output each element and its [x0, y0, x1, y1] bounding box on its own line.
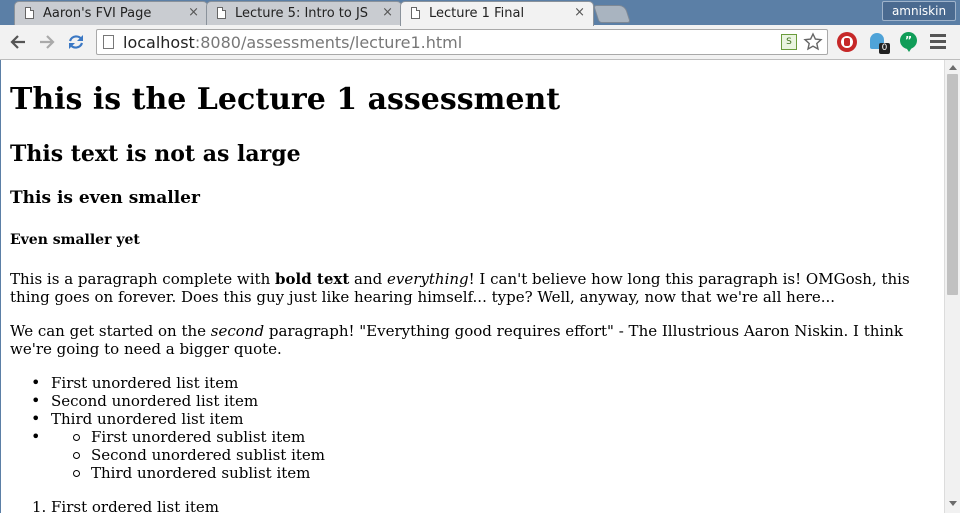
paragraph-2: We can get started on the second paragra… — [10, 322, 903, 358]
ghostery-extension-icon[interactable]: 0 — [868, 31, 890, 54]
tab-strip: Aaron's FVI Page × Lecture 5: Intro to J… — [0, 0, 960, 26]
italic-text: second — [210, 322, 265, 340]
page-info-icon[interactable] — [103, 35, 114, 49]
url-host: localhost — [123, 33, 195, 52]
sublist-item: Third unordered sublist item — [10, 464, 325, 482]
list-item: Third unordered list item — [10, 410, 325, 428]
tab-lecture-1-final[interactable]: Lecture 1 Final × — [400, 1, 594, 26]
forward-button[interactable] — [35, 31, 59, 53]
scrollbar-thumb[interactable] — [947, 74, 958, 295]
new-tab-button[interactable] — [593, 5, 631, 23]
stop-extension-icon[interactable] — [836, 31, 858, 53]
page-icon — [411, 7, 420, 19]
heading-3: This is even smaller — [10, 188, 200, 208]
vertical-scrollbar[interactable] — [944, 60, 960, 513]
heading-2: This text is not as large — [10, 141, 301, 167]
forward-arrow-icon — [40, 35, 55, 49]
tab-title: Lecture 1 Final — [429, 6, 525, 21]
tab-title: Aaron's FVI Page — [43, 6, 152, 21]
scroll-down-arrow-icon[interactable] — [949, 501, 957, 506]
page-icon — [25, 7, 34, 19]
paragraph-1: This is a paragraph complete with bold t… — [10, 270, 910, 306]
url-text[interactable]: localhost:8080/assessments/lecture1.html — [123, 33, 462, 52]
italic-text: everything — [387, 270, 469, 288]
page-title: This is the Lecture 1 assessment — [10, 82, 561, 117]
scroll-up-arrow-icon[interactable] — [949, 65, 957, 70]
unordered-sublist: First unordered sublist item Second unor… — [10, 428, 325, 482]
hangouts-extension-icon[interactable]: ” — [898, 31, 920, 53]
browser-toolbar: localhost:8080/assessments/lecture1.html… — [0, 25, 960, 60]
reload-icon — [68, 35, 84, 49]
profile-user-badge[interactable]: amniskin — [882, 1, 956, 21]
sublist-item: Second unordered sublist item — [10, 446, 325, 464]
close-icon[interactable]: × — [574, 5, 585, 20]
close-icon[interactable]: × — [188, 5, 199, 20]
tab-aarons-fvi-page[interactable]: Aaron's FVI Page × — [14, 1, 208, 25]
address-bar[interactable]: localhost:8080/assessments/lecture1.html… — [96, 29, 828, 55]
tab-lecture-5[interactable]: Lecture 5: Intro to JS × — [206, 1, 402, 25]
extension-badge-count: 0 — [879, 43, 890, 54]
ordered-list: First ordered list item — [10, 498, 219, 513]
close-icon[interactable]: × — [382, 5, 393, 20]
list-item: First unordered list item — [10, 374, 325, 392]
reader-mode-icon[interactable]: S — [781, 34, 797, 50]
reload-button[interactable] — [64, 31, 88, 53]
tab-title: Lecture 5: Intro to JS — [235, 6, 369, 21]
page-icon — [217, 7, 226, 19]
bold-text: bold text — [275, 270, 350, 288]
list-item: First ordered list item — [10, 498, 219, 513]
menu-icon[interactable] — [930, 34, 946, 50]
star-icon[interactable] — [803, 32, 823, 52]
list-item-with-sublist: First unordered sublist item Second unor… — [10, 428, 325, 482]
back-button[interactable] — [6, 31, 30, 53]
list-item: Second unordered list item — [10, 392, 325, 410]
url-path: :8080/assessments/lecture1.html — [194, 33, 463, 52]
sublist-item: First unordered sublist item — [10, 428, 325, 446]
page-viewport: This is the Lecture 1 assessment This te… — [0, 60, 944, 513]
unordered-list: First unordered list item Second unorder… — [10, 374, 325, 482]
back-arrow-icon — [10, 35, 25, 49]
heading-4: Even smaller yet — [10, 232, 140, 248]
